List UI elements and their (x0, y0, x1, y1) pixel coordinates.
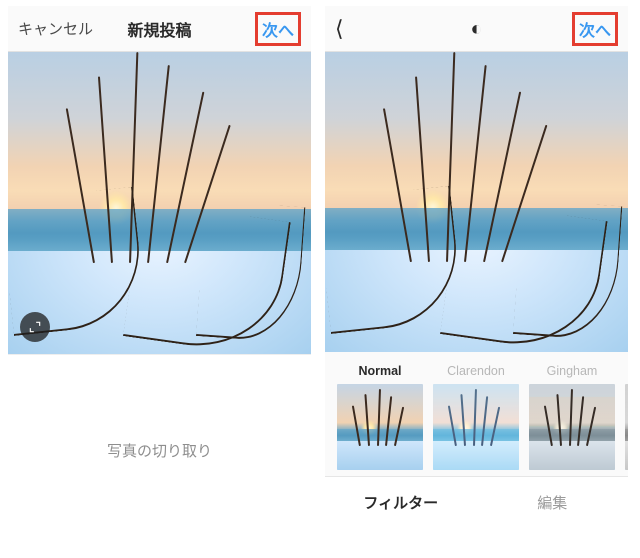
next-button[interactable]: 次へ (572, 12, 618, 46)
screen-new-post: キャンセル 新規投稿 次へ 写真の切り取り (8, 6, 311, 546)
filter-item-gingham[interactable]: Gingham (529, 364, 615, 470)
filter-label: Gingham (529, 364, 615, 378)
expand-crop-button[interactable] (20, 312, 50, 342)
crop-caption: 写真の切り取り (107, 440, 212, 461)
photo-preview[interactable] (8, 52, 311, 354)
filter-item-normal[interactable]: Normal (337, 364, 423, 470)
bottom-tabs: フィルター 編集 (325, 476, 628, 528)
tab-edit[interactable]: 編集 (477, 492, 629, 513)
tab-filter[interactable]: フィルター (325, 492, 477, 513)
topbar: ⟨ ◐ 次へ (325, 6, 628, 52)
filter-item-more[interactable]: M (625, 364, 628, 470)
next-button[interactable]: 次へ (255, 12, 301, 46)
topbar: キャンセル 新規投稿 次へ (8, 6, 311, 52)
page-title: 新規投稿 (127, 17, 191, 41)
filter-thumb (529, 384, 615, 470)
sun-adjust-icon[interactable]: ◐ (470, 19, 482, 39)
photo-preview[interactable] (325, 52, 628, 352)
expand-icon (28, 320, 42, 334)
screen-filter: ⟨ ◐ 次へ Normal (325, 6, 628, 546)
filter-item-clarendon[interactable]: Clarendon (433, 364, 519, 470)
cancel-button[interactable]: キャンセル (18, 18, 93, 39)
filter-strip: Normal Clarendon Gingham (325, 352, 628, 476)
filter-thumb (337, 384, 423, 470)
filter-label: Normal (337, 364, 423, 378)
crop-panel: 写真の切り取り (8, 354, 311, 546)
filter-thumb (625, 384, 628, 470)
back-button[interactable]: ⟨ (335, 18, 344, 40)
filter-label: M (625, 364, 628, 378)
filter-thumb (433, 384, 519, 470)
filter-label: Clarendon (433, 364, 519, 378)
